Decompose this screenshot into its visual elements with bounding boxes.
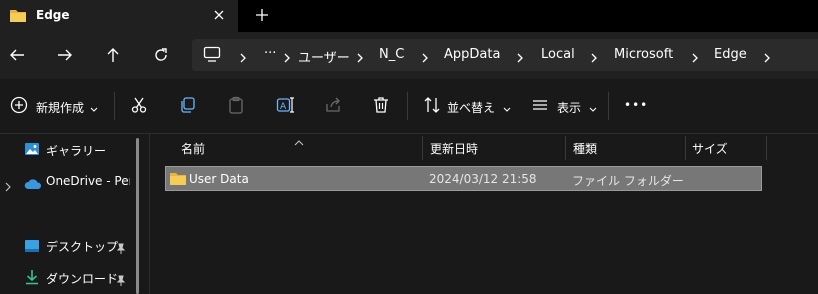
toolbar-divider xyxy=(608,92,609,120)
sidebar-item-label: ギャラリー xyxy=(46,144,107,158)
column-divider[interactable] xyxy=(766,136,767,160)
pin-icon[interactable] xyxy=(116,240,126,259)
tab-title: Edge xyxy=(36,8,70,22)
onedrive-cloud-icon xyxy=(24,175,42,194)
desktop-icon xyxy=(24,238,40,257)
folder-icon xyxy=(169,171,187,190)
more-options-button[interactable]: ••• xyxy=(624,98,648,112)
breadcrumb-microsoft[interactable]: Microsoft xyxy=(614,47,673,62)
breadcrumb-overflow[interactable]: ··· xyxy=(264,46,276,61)
chevron-right-icon[interactable] xyxy=(238,49,248,63)
chevron-right-icon[interactable] xyxy=(589,49,599,63)
new-button[interactable]: 新規作成 xyxy=(10,96,98,118)
rename-icon[interactable]: A xyxy=(276,96,296,118)
up-button[interactable] xyxy=(103,45,123,65)
download-icon xyxy=(24,269,40,289)
column-divider[interactable] xyxy=(685,136,686,160)
sort-button[interactable]: 並べ替え xyxy=(423,96,511,118)
sort-icon xyxy=(423,96,441,118)
breadcrumb-user[interactable]: N_C xyxy=(379,47,404,62)
breadcrumb-appdata[interactable]: AppData xyxy=(444,47,500,62)
sidebar-item-desktop[interactable]: デスクトップ xyxy=(0,232,140,260)
chevron-right-icon[interactable] xyxy=(355,49,365,63)
row-name: User Data xyxy=(189,172,249,186)
chevron-right-icon[interactable] xyxy=(4,177,12,196)
folder-icon xyxy=(9,8,27,27)
new-label: 新規作成 xyxy=(36,100,85,115)
computer-icon[interactable] xyxy=(203,46,221,67)
toolbar-divider xyxy=(114,92,115,120)
chevron-right-icon[interactable] xyxy=(690,49,700,63)
view-label: 表示 xyxy=(557,100,582,115)
delete-icon[interactable] xyxy=(372,96,390,118)
view-button[interactable]: 表示 xyxy=(531,96,597,118)
sidebar-item-gallery[interactable]: ギャラリー xyxy=(0,136,140,164)
chevron-down-icon xyxy=(589,98,597,117)
pin-icon[interactable] xyxy=(116,272,126,291)
close-tab-icon[interactable] xyxy=(211,7,227,23)
share-icon[interactable] xyxy=(324,96,342,118)
breadcrumb-users[interactable]: ユーザー xyxy=(298,47,350,66)
chevron-down-icon xyxy=(90,98,98,117)
column-header-type[interactable]: 種類 xyxy=(573,140,597,162)
column-divider[interactable] xyxy=(422,136,423,160)
title-bar: Edge xyxy=(0,0,818,32)
sidebar-item-onedrive[interactable]: OneDrive - Personal xyxy=(0,168,140,196)
column-divider[interactable] xyxy=(565,136,566,160)
row-type: ファイル フォルダー xyxy=(572,174,684,188)
gallery-icon xyxy=(24,141,40,161)
back-button[interactable] xyxy=(7,45,27,65)
sort-label: 並べ替え xyxy=(447,100,496,115)
refresh-button[interactable] xyxy=(151,45,171,65)
sidebar-item-downloads[interactable]: ダウンロード xyxy=(0,264,140,292)
svg-text:A: A xyxy=(280,102,287,112)
chevron-right-icon[interactable] xyxy=(762,49,772,63)
column-header-size[interactable]: サイズ xyxy=(692,140,728,162)
table-row[interactable]: User Data 2024/03/12 21:58 ファイル フォルダー xyxy=(165,166,762,191)
command-bar xyxy=(0,78,818,134)
sidebar-item-label: OneDrive - Personal xyxy=(46,174,130,188)
column-header-name[interactable]: 名前 xyxy=(181,140,205,162)
chevron-down-icon xyxy=(503,98,511,117)
breadcrumb-local[interactable]: Local xyxy=(541,47,575,62)
forward-button[interactable] xyxy=(55,45,75,65)
paste-icon[interactable] xyxy=(227,96,245,118)
column-header-modified[interactable]: 更新日時 xyxy=(430,140,478,162)
row-modified: 2024/03/12 21:58 xyxy=(429,172,537,186)
tab-edge[interactable]: Edge xyxy=(0,0,238,32)
chevron-right-icon[interactable] xyxy=(515,49,525,63)
cut-icon[interactable] xyxy=(130,96,148,118)
plus-circle-icon xyxy=(10,96,28,118)
chevron-right-icon[interactable] xyxy=(420,49,430,63)
sidebar-scrollbar[interactable] xyxy=(136,138,139,294)
chevron-right-icon[interactable] xyxy=(282,49,292,63)
copy-icon[interactable] xyxy=(179,96,197,118)
toolbar-divider xyxy=(407,92,408,120)
new-tab-button[interactable] xyxy=(254,7,270,23)
sort-ascending-icon xyxy=(294,131,304,150)
breadcrumb-edge[interactable]: Edge xyxy=(714,47,747,62)
view-list-icon xyxy=(531,96,549,118)
